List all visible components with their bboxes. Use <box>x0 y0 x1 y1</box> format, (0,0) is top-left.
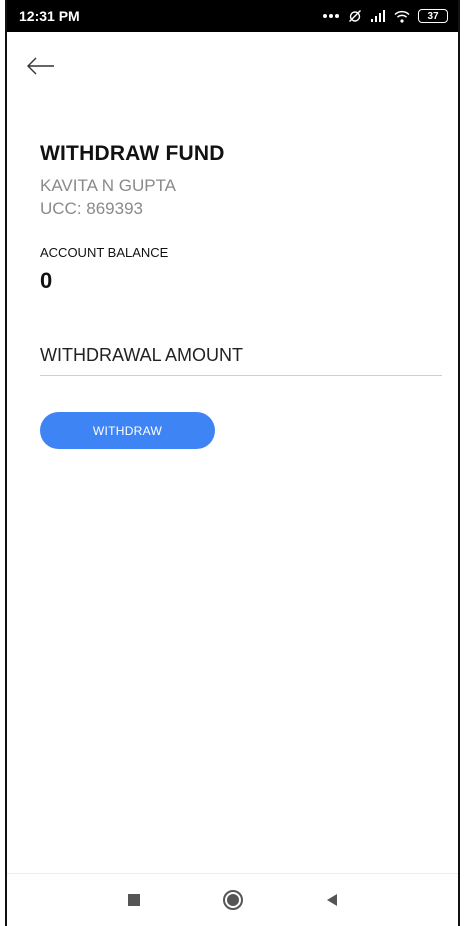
client-name: KAVITA N GUPTA <box>40 176 177 195</box>
home-button[interactable] <box>221 888 245 912</box>
system-nav-bar <box>7 873 458 926</box>
battery-icon: 37 <box>418 9 448 23</box>
recents-button[interactable] <box>122 888 146 912</box>
withdraw-button[interactable]: WITHDRAW <box>40 412 215 449</box>
square-icon <box>127 894 140 906</box>
arrow-left-icon <box>27 57 54 75</box>
page-title: WITHDRAW FUND <box>40 142 225 165</box>
wifi-icon <box>394 10 410 23</box>
back-button[interactable] <box>25 54 57 78</box>
status-icons: 37 <box>322 9 448 23</box>
alarm-off-icon <box>348 9 362 23</box>
status-time: 12:31 PM <box>19 8 80 24</box>
circle-icon <box>222 890 243 910</box>
nav-back-button[interactable] <box>320 888 344 912</box>
triangle-back-icon <box>326 894 337 906</box>
withdrawal-amount-input[interactable] <box>40 340 442 376</box>
client-ucc: UCC: 869393 <box>40 199 144 218</box>
signal-icon <box>370 9 386 23</box>
more-dots-icon <box>322 13 340 19</box>
account-balance-label: ACCOUNT BALANCE <box>40 245 169 260</box>
app-screen: 12:31 PM 37 WITHDRAW FUND KAVITA N GUPTA… <box>5 0 460 926</box>
status-bar: 12:31 PM 37 <box>7 0 458 32</box>
account-balance-value: 0 <box>40 268 53 293</box>
